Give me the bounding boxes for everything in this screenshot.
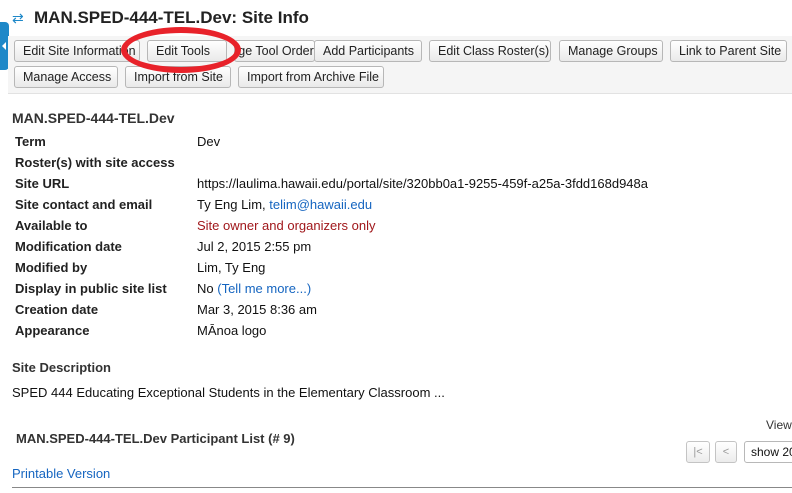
availability-value: Site owner and organizers only	[197, 218, 376, 233]
info-value: Jul 2, 2015 2:55 pm	[197, 239, 312, 254]
info-value: MĀnoa logo	[197, 323, 267, 338]
participant-list-title: MAN.SPED-444-TEL.Dev Participant List (#…	[16, 431, 295, 446]
info-label: Modified by	[15, 260, 88, 275]
info-value: Dev	[197, 134, 221, 149]
info-label: Roster(s) with site access	[15, 155, 175, 170]
highlight-circle	[121, 27, 241, 73]
site-description-heading: Site Description	[12, 360, 111, 375]
site-name-heading: MAN.SPED-444-TEL.Dev	[12, 110, 175, 126]
manage-access-button[interactable]: Manage Access	[14, 66, 118, 88]
page-size-select[interactable]: show 20	[744, 441, 792, 463]
site-url-value: https://laulima.hawaii.edu/portal/site/3…	[197, 176, 648, 191]
viewing-count-text: Viewi	[766, 418, 792, 432]
edit-class-roster-button[interactable]: Edit Class Roster(s)	[429, 40, 551, 62]
info-value: No (Tell me more...)	[197, 279, 311, 299]
divider	[12, 487, 792, 488]
manage-tool-order-button[interactable]: Manage Tool Order	[234, 40, 315, 62]
info-label: Appearance	[15, 323, 90, 338]
first-page-button[interactable]: |<	[686, 441, 710, 463]
tell-me-more-link[interactable]: (Tell me more...)	[217, 281, 311, 296]
public-listing-value: No	[197, 281, 214, 296]
info-label: Available to	[15, 218, 88, 233]
contact-name: Ty Eng Lim,	[197, 197, 266, 212]
info-label: Site URL	[15, 176, 70, 191]
info-label: Site contact and email	[15, 197, 153, 212]
site-description-text: SPED 444 Educating Exceptional Students …	[12, 385, 445, 400]
info-value: Ty Eng Lim, telim@hawaii.edu	[197, 195, 372, 215]
printable-version-link[interactable]: Printable Version	[12, 466, 110, 481]
manage-groups-button[interactable]: Manage Groups	[559, 40, 663, 62]
refresh-icon[interactable]: ⇄	[12, 10, 26, 26]
page-header: ⇄ MAN.SPED-444-TEL.Dev: Site Info	[0, 0, 792, 36]
info-value: Mar 3, 2015 8:36 am	[197, 302, 317, 317]
page-title: MAN.SPED-444-TEL.Dev: Site Info	[34, 8, 309, 27]
previous-page-button[interactable]: <	[715, 441, 737, 463]
info-label: Display in public site list	[15, 281, 167, 296]
contact-email-link[interactable]: telim@hawaii.edu	[269, 197, 372, 212]
import-from-archive-file-button[interactable]: Import from Archive File	[238, 66, 384, 88]
info-label: Creation date	[15, 302, 99, 317]
info-label: Modification date	[15, 239, 122, 254]
add-participants-button[interactable]: Add Participants	[314, 40, 422, 62]
link-to-parent-site-button[interactable]: Link to Parent Site	[670, 40, 787, 62]
info-label: Term	[15, 134, 46, 149]
info-value: Lim, Ty Eng	[197, 260, 266, 275]
